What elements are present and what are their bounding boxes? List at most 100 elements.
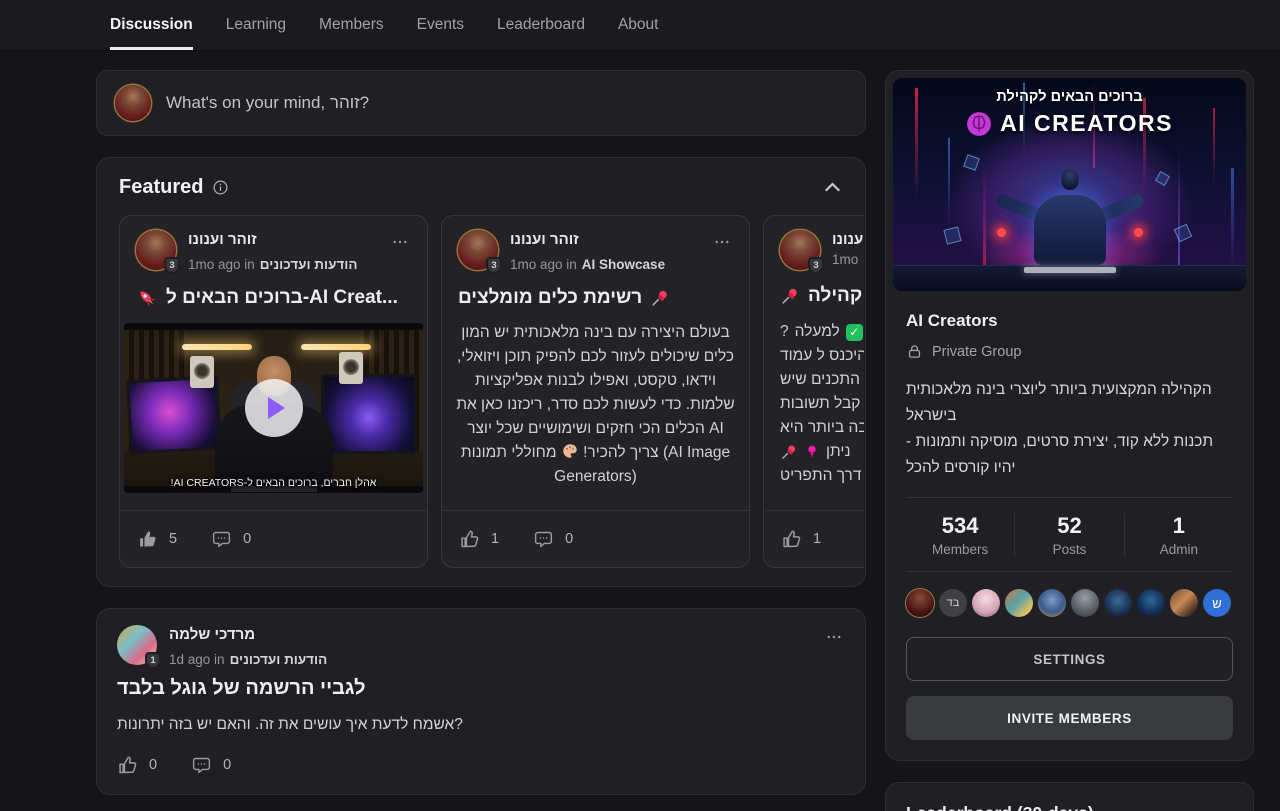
post-category[interactable]: הודעות ועדכונים <box>260 257 358 272</box>
author-block: וענונו 1mo <box>832 230 864 270</box>
member-avatar[interactable] <box>1170 589 1198 617</box>
palette-icon <box>561 442 579 460</box>
like-count: 0 <box>149 757 157 773</box>
member-avatar[interactable] <box>1137 589 1165 617</box>
settings-button[interactable]: SETTINGS <box>906 637 1233 681</box>
post-timestamp: 1d ago in <box>169 652 225 667</box>
member-avatar[interactable]: ש <box>1203 589 1231 617</box>
group-info-card: ברוכים הבאים לקהילת AI CREATORS AI Creat… <box>885 70 1254 761</box>
comment-button[interactable]: 0 <box>533 529 573 550</box>
engagement-bar: 1 0 <box>442 510 749 567</box>
video-caption: אהלן חברים, ברוכים הבאים ל-AI CREATORS! <box>124 477 423 489</box>
like-button[interactable]: 0 <box>117 755 157 776</box>
figure-hand-right <box>1134 228 1143 237</box>
group-name: AI Creators <box>906 311 1233 331</box>
post-composer[interactable]: What's on your mind, זוהר? <box>96 70 866 136</box>
tab-learning[interactable]: Learning <box>226 0 286 50</box>
kebab-menu-icon[interactable] <box>389 231 411 253</box>
like-button[interactable]: 5 <box>137 529 177 550</box>
like-button[interactable]: 1 <box>781 529 821 550</box>
author-avatar[interactable]: 3 <box>780 230 820 270</box>
like-count: 1 <box>813 531 821 547</box>
play-icon <box>268 397 285 419</box>
like-count: 1 <box>491 531 499 547</box>
post-title-text: ברוכים הבאים ל-AI Creat... <box>166 287 398 309</box>
group-details: AI Creators Private Group הקהילה המקצועי… <box>893 311 1246 740</box>
post-body: אשמח לדעת איך עושים את זה. והאם יש בזה י… <box>117 716 845 734</box>
post-body-text: ? <box>780 323 789 341</box>
author-avatar[interactable]: 3 <box>136 230 176 270</box>
author-name[interactable]: זוהר וענונו <box>510 231 579 248</box>
author-block: זוהר וענונו 1mo ago in הודעות ועדכונים <box>188 230 411 272</box>
post-title-text: קהילה <box>808 285 862 307</box>
author-name[interactable]: וענונו <box>832 231 864 248</box>
post-body-text: למעלה <box>795 323 840 341</box>
figure-hand-left <box>997 228 1006 237</box>
featured-carousel: 3 זוהר וענונו 1mo ago in <box>119 215 864 568</box>
post-timestamp: 1mo ago in <box>510 257 577 272</box>
post-title[interactable]: קהילה <box>780 285 864 307</box>
member-avatar[interactable] <box>1038 589 1066 617</box>
check-icon <box>846 324 863 341</box>
engagement-bar: 0 0 <box>117 750 845 780</box>
tab-about[interactable]: About <box>618 0 659 50</box>
comment-button[interactable]: 0 <box>211 529 251 550</box>
author-name[interactable]: זוהר וענונו <box>188 231 257 248</box>
post-timestamp: 1mo ago in <box>188 257 255 272</box>
tab-members[interactable]: Members <box>319 0 384 50</box>
rocket-icon <box>136 287 158 309</box>
stat-members: 534 Members <box>906 513 1014 557</box>
engagement-bar: 5 0 <box>120 510 427 567</box>
tab-leaderboard[interactable]: Leaderboard <box>497 0 585 50</box>
group-stats: 534 Members 52 Posts 1 Admin <box>906 498 1233 571</box>
post-meta: 1d ago in הודעות ועדכונים <box>169 652 845 667</box>
tab-events[interactable]: Events <box>417 0 464 50</box>
post-title[interactable]: ברוכים הבאים ל-AI Creat... <box>136 287 411 309</box>
like-count: 5 <box>169 531 177 547</box>
comment-button[interactable]: 0 <box>191 755 231 776</box>
member-avatar[interactable]: בד <box>939 589 967 617</box>
figure-head <box>1061 169 1078 190</box>
author-avatar[interactable]: 1 <box>117 625 157 665</box>
content-layout: What's on your mind, זוהר? Featured <box>0 51 1280 811</box>
stat-value: 52 <box>1015 513 1123 539</box>
divider <box>906 571 1233 572</box>
chevron-up-icon[interactable] <box>822 177 843 198</box>
brain-logo-icon <box>966 111 992 137</box>
post-body-line: ניתן <box>764 440 864 464</box>
author-avatar[interactable]: 3 <box>458 230 498 270</box>
post-body-line: היכנס ל עמוד <box>764 344 864 368</box>
lock-icon <box>906 343 923 360</box>
invite-members-button[interactable]: INVITE MEMBERS <box>906 696 1233 740</box>
member-avatar[interactable] <box>1005 589 1033 617</box>
level-badge: 3 <box>486 257 502 274</box>
member-avatar[interactable] <box>1071 589 1099 617</box>
featured-card-tools: 3 זוהר וענונו 1mo ago in <box>441 215 750 568</box>
featured-title: Featured <box>119 176 203 199</box>
kebab-menu-icon[interactable] <box>823 626 845 648</box>
author-block: זוהר וענונו 1mo ago in AI Showcase <box>510 230 733 272</box>
post-meta: 1mo ago in AI Showcase <box>510 257 733 272</box>
post-body-line: בה ביותר היא <box>764 416 864 440</box>
post-category[interactable]: AI Showcase <box>582 257 665 272</box>
like-button[interactable]: 1 <box>459 529 499 550</box>
member-avatar[interactable] <box>906 589 934 617</box>
play-button[interactable] <box>245 379 303 437</box>
info-icon[interactable] <box>212 179 229 196</box>
pushpin-icon <box>780 443 798 461</box>
member-avatar[interactable] <box>972 589 1000 617</box>
kebab-menu-icon[interactable] <box>711 231 733 253</box>
banner-welcome-text: ברוכים הבאים לקהילת <box>893 89 1246 105</box>
video-thumbnail[interactable]: אהלן חברים, ברוכים הבאים ל-AI CREATORS! <box>124 323 423 493</box>
post-title[interactable]: רשימת כלים מומלצים <box>458 287 733 309</box>
post-category[interactable]: הודעות ועדכונים <box>230 652 328 667</box>
post-title[interactable]: לגביי הרשמה של גוגל בלבד <box>117 677 845 700</box>
post-timestamp: 1mo <box>832 252 858 267</box>
banner-keyboard <box>1024 267 1116 273</box>
tab-discussion[interactable]: Discussion <box>110 0 193 50</box>
author-name[interactable]: מרדכי שלמה <box>169 626 255 643</box>
group-description: הקהילה המקצועית ביותר ליוצרי בינה מלאכות… <box>906 377 1233 481</box>
feed-post: 1 מרדכי שלמה 1d ago in הודעות ועדכונים <box>96 608 866 795</box>
member-avatar[interactable] <box>1104 589 1132 617</box>
privacy-label: Private Group <box>932 344 1021 360</box>
